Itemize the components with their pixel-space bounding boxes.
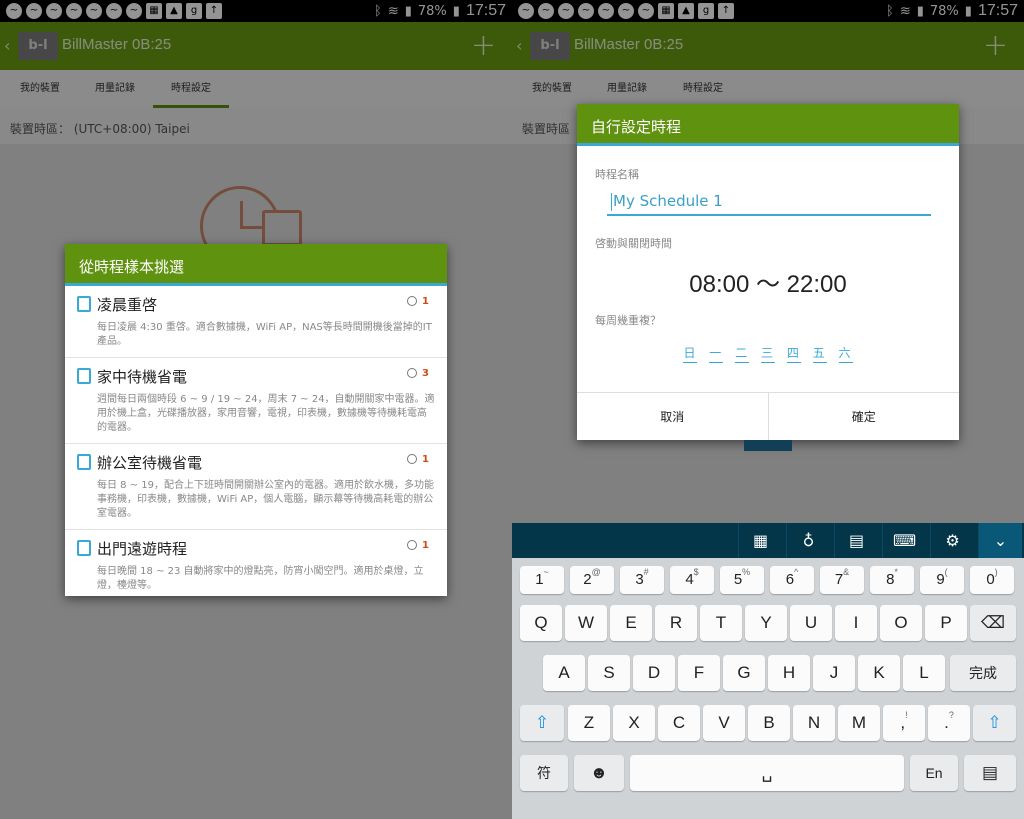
schedule-name-label: 時程名稱 bbox=[595, 168, 639, 181]
key-f[interactable]: F bbox=[678, 655, 720, 691]
key-1[interactable]: 1~ bbox=[520, 566, 564, 594]
template-name: 家中待機省電 bbox=[97, 368, 188, 386]
emoji-key-icon[interactable]: ☻ bbox=[574, 755, 624, 791]
schedule-count: 1 bbox=[422, 454, 429, 465]
day-mon[interactable]: 一 bbox=[709, 346, 724, 363]
confirm-button[interactable]: 確定 bbox=[767, 393, 959, 440]
template-name: 出門遠遊時程 bbox=[97, 540, 188, 558]
keyboard: 1~ 2@ 3# 4$ 5% 6^ 7& 8* 9( 0) Q W E R T … bbox=[512, 558, 1024, 819]
keyboard-icon[interactable]: ▦ bbox=[738, 523, 782, 558]
clock-icon bbox=[407, 540, 417, 550]
template-name: 辦公室待機省電 bbox=[97, 454, 203, 472]
key-l[interactable]: L bbox=[903, 655, 945, 691]
template-item[interactable]: 家中待機省電 3 週間每日兩個時段 6 ~ 9 / 19 ~ 24，周末 7 ~… bbox=[65, 358, 447, 444]
key-8[interactable]: 8* bbox=[870, 566, 914, 594]
key-c[interactable]: C bbox=[658, 705, 700, 741]
key-p[interactable]: P bbox=[925, 605, 967, 641]
key-6[interactable]: 6^ bbox=[770, 566, 814, 594]
key-b[interactable]: B bbox=[748, 705, 790, 741]
shift-key-icon[interactable]: ⇧ bbox=[973, 705, 1016, 741]
weekday-selector: 日 一 二 三 四 五 六 bbox=[577, 344, 959, 363]
time-label: 啓動與關閉時間 bbox=[595, 237, 672, 250]
key-7[interactable]: 7& bbox=[820, 566, 864, 594]
microphone-icon[interactable]: ♁ bbox=[786, 523, 830, 558]
template-item[interactable]: 凌晨重啓 1 每日凌晨 4:30 重啓。適合數據機，WiFi AP，NAS等長時… bbox=[65, 286, 447, 358]
clock-icon bbox=[407, 368, 417, 378]
keyboard-toolbar: ▦ ♁ ▤ ⌨ ⚙ ⌄ bbox=[512, 523, 1024, 558]
template-item[interactable]: 辦公室待機省電 1 每日 8 ~ 19，配合上下班時間開關辦公室內的電器。適用於… bbox=[65, 444, 447, 530]
key-3[interactable]: 3# bbox=[620, 566, 664, 594]
cancel-button[interactable]: 取消 bbox=[577, 393, 768, 440]
key-period[interactable]: .? bbox=[928, 705, 970, 741]
background-button bbox=[744, 440, 792, 451]
space-key[interactable]: ␣ bbox=[630, 755, 904, 791]
key-m[interactable]: M bbox=[838, 705, 880, 741]
symbol-key[interactable]: 符 bbox=[520, 755, 568, 791]
schedule-name-input[interactable]: My Schedule 1 bbox=[607, 190, 931, 216]
key-h[interactable]: H bbox=[768, 655, 810, 691]
document-icon bbox=[77, 296, 91, 312]
key-9[interactable]: 9( bbox=[920, 566, 964, 594]
key-t[interactable]: T bbox=[700, 605, 742, 641]
key-j[interactable]: J bbox=[813, 655, 855, 691]
dialog-buttons: 取消 確定 bbox=[577, 392, 959, 440]
clipboard-icon[interactable]: ▤ bbox=[834, 523, 878, 558]
key-w[interactable]: W bbox=[565, 605, 607, 641]
document-icon bbox=[77, 540, 91, 556]
day-tue[interactable]: 二 bbox=[735, 346, 750, 363]
day-fri[interactable]: 五 bbox=[812, 346, 827, 363]
key-g[interactable]: G bbox=[723, 655, 765, 691]
day-wed[interactable]: 三 bbox=[760, 346, 775, 363]
schedule-count: 1 bbox=[422, 296, 429, 307]
key-comma[interactable]: ,! bbox=[883, 705, 925, 741]
template-item[interactable]: 出門遠遊時程 1 每日晚間 18 ~ 23 自動將家中的燈點亮，防宵小闖空門。適… bbox=[65, 530, 447, 601]
template-picker-dialog: 從時程樣本挑選 凌晨重啓 1 每日凌晨 4:30 重啓。適合數據機，WiFi A… bbox=[65, 244, 447, 596]
key-n[interactable]: N bbox=[793, 705, 835, 741]
schedule-count: 3 bbox=[422, 368, 429, 379]
key-o[interactable]: O bbox=[880, 605, 922, 641]
shift-key-icon[interactable]: ⇧ bbox=[520, 705, 564, 741]
key-d[interactable]: D bbox=[633, 655, 675, 691]
clock-icon bbox=[407, 296, 417, 306]
key-u[interactable]: U bbox=[790, 605, 832, 641]
time-range[interactable]: 08:00 ～ 22:00 bbox=[577, 264, 959, 299]
day-sat[interactable]: 六 bbox=[838, 346, 853, 363]
key-r[interactable]: R bbox=[655, 605, 697, 641]
template-description: 每日凌晨 4:30 重啓。適合數據機，WiFi AP，NAS等長時間開機後當掉的… bbox=[97, 322, 432, 347]
key-k[interactable]: K bbox=[858, 655, 900, 691]
key-x[interactable]: X bbox=[613, 705, 655, 741]
dialog-title: 從時程樣本挑選 bbox=[65, 244, 447, 286]
key-4[interactable]: 4$ bbox=[670, 566, 714, 594]
template-description: 每日 8 ~ 19，配合上下班時間開關辦公室內的電器。適用於飲水機，多功能事務機… bbox=[97, 480, 435, 519]
key-i[interactable]: I bbox=[835, 605, 877, 641]
key-e[interactable]: E bbox=[610, 605, 652, 641]
schedule-count: 1 bbox=[422, 540, 429, 551]
dialog-title: 自行設定時程 bbox=[577, 104, 959, 146]
document-icon bbox=[77, 454, 91, 470]
collapse-keyboard-chevron-icon[interactable]: ⌄ bbox=[978, 523, 1022, 558]
clipboard-key-icon[interactable]: ▤ bbox=[964, 755, 1016, 791]
key-5[interactable]: 5% bbox=[720, 566, 764, 594]
key-a[interactable]: A bbox=[543, 655, 585, 691]
key-q[interactable]: Q bbox=[520, 605, 562, 641]
backspace-key-icon[interactable]: ⌫ bbox=[970, 605, 1016, 641]
template-description: 週間每日兩個時段 6 ~ 9 / 19 ~ 24，周末 7 ~ 24，自動開關家… bbox=[97, 394, 435, 433]
key-s[interactable]: S bbox=[588, 655, 630, 691]
day-sun[interactable]: 日 bbox=[683, 346, 698, 363]
template-name: 凌晨重啓 bbox=[97, 296, 158, 314]
key-v[interactable]: V bbox=[703, 705, 745, 741]
repeat-label: 每周幾重複？ bbox=[595, 314, 661, 327]
done-key[interactable]: 完成 bbox=[950, 655, 1016, 691]
template-description: 每日晚間 18 ~ 23 自動將家中的燈點亮，防宵小闖空門。適用於桌燈，立燈，檯… bbox=[97, 566, 424, 591]
key-z[interactable]: Z bbox=[568, 705, 610, 741]
settings-gear-icon[interactable]: ⚙ bbox=[930, 523, 974, 558]
keyboard-layout-icon[interactable]: ⌨ bbox=[882, 523, 926, 558]
key-0[interactable]: 0) bbox=[970, 566, 1014, 594]
language-key[interactable]: En bbox=[910, 755, 958, 791]
key-2[interactable]: 2@ bbox=[570, 566, 614, 594]
key-y[interactable]: Y bbox=[745, 605, 787, 641]
clock-icon bbox=[407, 454, 417, 464]
day-thu[interactable]: 四 bbox=[786, 346, 801, 363]
document-icon bbox=[77, 368, 91, 384]
